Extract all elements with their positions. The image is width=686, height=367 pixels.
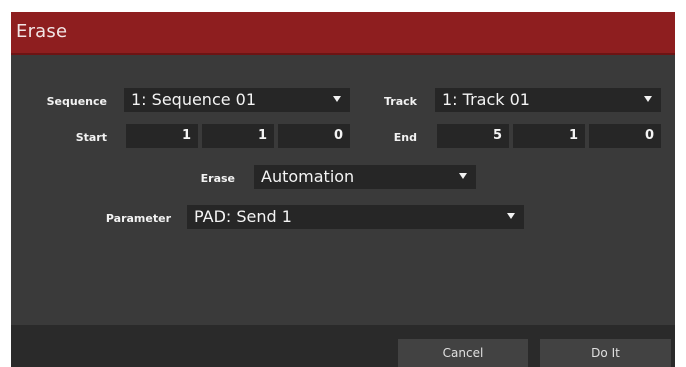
dialog-footer: Cancel Do It	[11, 325, 675, 367]
erase-dialog: Erase Sequence 1: Sequence 01 Track 1: T…	[11, 12, 675, 367]
parameter-value: PAD: Send 1	[194, 207, 292, 226]
sequence-value: 1: Sequence 01	[131, 90, 257, 109]
end-bar-field[interactable]: 5	[437, 124, 509, 148]
track-label: Track	[384, 95, 417, 108]
track-value: 1: Track 01	[442, 90, 530, 109]
dialog-title: Erase	[16, 21, 68, 42]
start-tick-field[interactable]: 0	[278, 124, 350, 148]
chevron-down-icon	[644, 96, 652, 102]
sequence-label: Sequence	[46, 95, 107, 108]
start-label: Start	[75, 131, 107, 144]
dialog-titlebar: Erase	[11, 12, 675, 55]
end-tick-field[interactable]: 0	[589, 124, 661, 148]
start-beat-field[interactable]: 1	[202, 124, 274, 148]
chevron-down-icon	[459, 173, 467, 179]
parameter-dropdown[interactable]: PAD: Send 1	[187, 205, 524, 229]
chevron-down-icon	[507, 213, 515, 219]
erase-dropdown[interactable]: Automation	[254, 165, 476, 189]
erase-label: Erase	[200, 172, 235, 185]
do-it-button[interactable]: Do It	[540, 339, 671, 367]
end-beat-field[interactable]: 1	[513, 124, 585, 148]
cancel-button[interactable]: Cancel	[398, 339, 528, 367]
erase-value: Automation	[261, 167, 355, 186]
end-label: End	[393, 131, 417, 144]
start-bar-field[interactable]: 1	[126, 124, 198, 148]
track-dropdown[interactable]: 1: Track 01	[435, 88, 661, 112]
sequence-dropdown[interactable]: 1: Sequence 01	[124, 88, 350, 112]
chevron-down-icon	[333, 96, 341, 102]
parameter-label: Parameter	[105, 212, 171, 225]
